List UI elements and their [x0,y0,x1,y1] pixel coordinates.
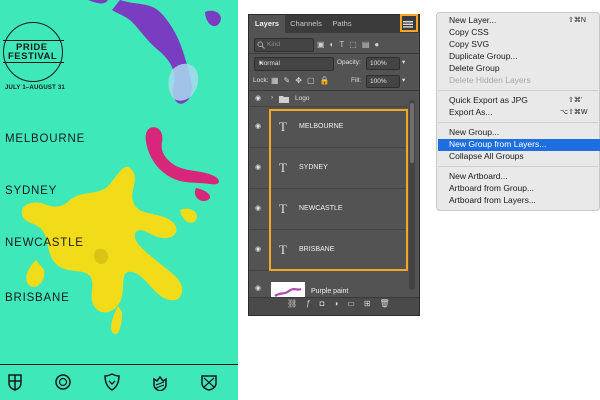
tab-paths[interactable]: Paths [327,15,357,33]
menu-item-new-layer[interactable]: New Layer... [449,15,496,25]
crossed-shield-icon [201,375,217,391]
fill-label: Fill: [351,77,362,84]
city-label: SYDNEY [5,185,58,197]
menu-item-artboard-from-layers[interactable]: Artboard from Layers... [449,195,536,205]
poster-canvas: PRIDE FESTIVAL JULY 1–AUGUST 31 MELBOURN… [0,0,238,400]
eye-icon[interactable]: ◉ [255,245,261,253]
eye-icon[interactable]: ◉ [255,163,261,171]
menu-item-export-as[interactable]: Export As... [449,107,492,117]
filter-kind-label: Kind [267,41,281,48]
fill-value: 100% [370,78,387,85]
opacity-field[interactable]: 100% [366,57,400,70]
shortcut-export-as: ⌥⇧⌘W [560,109,588,116]
logo-divider [3,40,64,41]
tab-channels[interactable]: Channels [285,15,327,33]
city-label: BRISBANE [5,292,70,304]
layer-name: Logo [295,95,310,102]
panel-divider [249,53,419,54]
chevron-right-icon[interactable]: › [271,94,273,101]
layer-name: Purple paint [311,288,349,295]
shortcut-quick-export: ⇧⌘' [568,97,583,104]
menu-item-duplicate-group[interactable]: Duplicate Group... [449,51,518,61]
selected-layers-highlight [269,109,408,271]
scrollbar-thumb[interactable] [410,103,414,163]
menu-separator [438,122,598,123]
crest-icon [8,374,22,391]
tab-layers[interactable]: Layers [249,15,285,33]
city-label: NEWCASTLE [5,237,84,249]
menu-item-copy-css[interactable]: Copy CSS [449,27,489,37]
menu-item-artboard-from-group[interactable]: Artboard from Group... [449,183,534,193]
logo-divider [3,62,64,63]
globe-icon [55,374,71,390]
menu-item-collapse-all-groups[interactable]: Collapse All Groups [449,151,524,161]
opacity-label: Opacity: [337,59,361,66]
chevron-down-icon: ▾ [259,60,263,67]
menu-item-new-group[interactable]: New Group... [449,127,499,137]
menu-item-delete-group[interactable]: Delete Group [449,63,500,73]
festival-dates: JULY 1–AUGUST 31 [5,85,65,91]
crown-shield-icon [153,375,167,391]
city-label: MELBOURNE [5,133,86,145]
layer-filter-dropdown[interactable]: Kind [254,38,314,52]
fill-field[interactable]: 100% [366,75,400,88]
menu-separator [438,90,598,91]
panel-footer-icons[interactable]: ⛓ƒ◘◑▭⊞🗑 [287,299,399,308]
folder-icon [279,96,289,103]
menu-button-highlight [400,14,418,32]
lock-icons[interactable]: ▦✎✥▢🔒 [271,76,334,85]
panel-tab-bar: Layers Channels Paths [249,15,419,33]
footer-divider [0,364,238,365]
menu-item-quick-export[interactable]: Quick Export as JPG [449,95,528,105]
menu-item-delete-hidden-layers: Delete Hidden Layers [449,75,531,85]
chevron-down-icon[interactable]: ▾ [402,76,405,84]
filter-type-icons[interactable]: ▣◐T⬚▤● [317,40,384,49]
menu-item-new-group-from-layers[interactable]: New Group from Layers... [449,139,546,149]
menu-item-new-artboard[interactable]: New Artboard... [449,171,508,181]
lock-label: Lock: [253,77,269,84]
layer-row-group[interactable]: ◉ › Logo [249,91,407,107]
eye-icon[interactable]: ◉ [255,284,261,292]
eye-icon[interactable]: ◉ [255,122,261,130]
search-icon [257,41,265,49]
blend-mode-select[interactable]: Normal ▾ [254,57,334,71]
logo-subtitle: FESTIVAL [8,51,58,62]
eye-icon[interactable]: ◉ [255,94,261,102]
chevron-down-icon[interactable]: ▾ [402,58,405,66]
eye-icon[interactable]: ◉ [255,204,261,212]
opacity-value: 100% [370,60,387,67]
menu-separator [438,166,598,167]
menu-item-copy-svg[interactable]: Copy SVG [449,39,489,49]
shortcut-new-layer: ⇧⌘N [568,17,586,24]
shield-icon [104,373,120,391]
